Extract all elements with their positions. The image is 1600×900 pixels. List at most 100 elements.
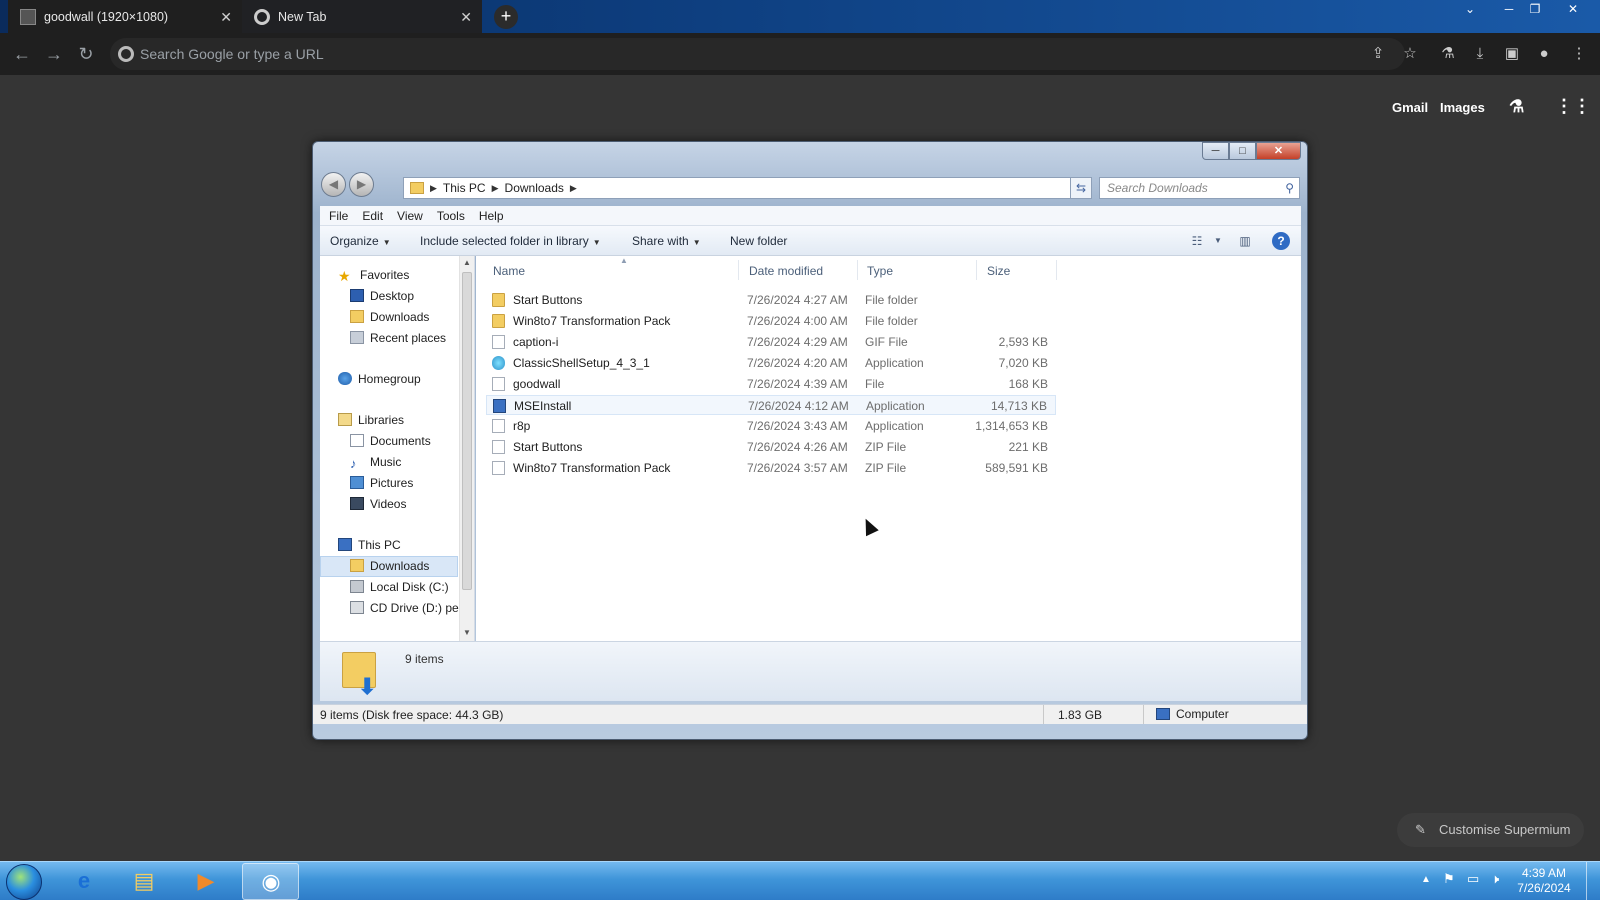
file-row[interactable]: r8p 7/26/2024 3:43 AM Application 1,314,… [486, 416, 1056, 436]
nav-pc-downloads[interactable]: Downloads [350, 559, 429, 573]
bookmark-star-icon[interactable]: ☆ [1397, 41, 1423, 67]
nav-recent-places[interactable]: Recent places [350, 331, 446, 345]
column-size[interactable]: Size [987, 264, 1010, 278]
file-row[interactable]: Start Buttons 7/26/2024 4:26 AM ZIP File… [486, 437, 1056, 457]
labs-flask-icon[interactable]: ⚗ [1435, 41, 1461, 67]
menu-view[interactable]: View [397, 209, 423, 223]
action-center-icon[interactable]: ⚑ [1443, 871, 1455, 887]
refresh-button[interactable]: ⇆ [1070, 177, 1092, 199]
new-folder-button[interactable]: New folder [730, 234, 787, 248]
minimize-button[interactable]: ─ [1202, 142, 1229, 160]
nav-pictures[interactable]: Pictures [350, 476, 413, 490]
omnibox-input[interactable]: Search Google or type a URL [110, 38, 1405, 70]
breadcrumb-downloads[interactable]: Downloads [505, 181, 564, 195]
tab-search-icon[interactable]: ⌄ [1455, 0, 1485, 18]
forward-button[interactable]: ▶ [349, 172, 374, 197]
apps-grid-icon[interactable]: ⋮⋮ [1555, 96, 1591, 117]
file-row[interactable]: Start Buttons 7/26/2024 4:27 AM File fol… [486, 290, 1056, 310]
reload-icon[interactable]: ↻ [73, 41, 99, 67]
forward-arrow-icon[interactable]: → [41, 41, 67, 67]
internet-explorer-button[interactable]: e [56, 863, 113, 900]
file-row[interactable]: Win8to7 Transformation Pack 7/26/2024 4:… [486, 311, 1056, 331]
side-panel-icon[interactable]: ▣ [1499, 41, 1525, 67]
column-divider[interactable] [1056, 260, 1057, 280]
column-type[interactable]: Type [867, 264, 893, 278]
nav-local-disk[interactable]: Local Disk (C:) [350, 580, 449, 594]
profile-avatar-icon[interactable]: ● [1531, 41, 1557, 67]
nav-downloads[interactable]: Downloads [350, 310, 429, 324]
view-options-icon[interactable]: ☷ [1188, 232, 1206, 250]
chevron-down-icon: ▼ [692, 238, 701, 247]
zip-icon [492, 461, 505, 475]
labs-flask-icon[interactable]: ⚗ [1509, 97, 1524, 117]
share-icon[interactable]: ⇪ [1365, 41, 1391, 67]
scroll-down-icon[interactable]: ▼ [463, 628, 471, 637]
chevron-right-icon[interactable]: ▶ [430, 183, 437, 194]
media-player-button[interactable]: ▶ [178, 863, 235, 900]
nav-label: Music [370, 455, 402, 469]
search-input[interactable]: Search Downloads ⚲ [1099, 177, 1300, 199]
nav-scrollbar[interactable]: ▲ ▼ [459, 256, 474, 641]
tab-goodwall[interactable]: goodwall (1920×1080) ✕ [8, 0, 242, 33]
file-row[interactable]: goodwall 7/26/2024 4:39 AM File 168 KB [486, 374, 1056, 394]
menu-tools[interactable]: Tools [437, 209, 465, 223]
file-explorer-button[interactable]: ▤ [116, 863, 173, 900]
restore-icon[interactable]: ❐ [1520, 0, 1550, 18]
breadcrumb-this-pc[interactable]: This PC [443, 181, 486, 195]
preview-pane-icon[interactable]: ▥ [1236, 232, 1254, 250]
close-tab-icon[interactable]: ✕ [460, 9, 472, 26]
chevron-right-icon[interactable]: ▶ [570, 183, 577, 194]
menu-edit[interactable]: Edit [362, 209, 383, 223]
organize-button[interactable]: Organize ▼ [330, 234, 391, 248]
nav-this-pc[interactable]: This PC [338, 538, 401, 552]
back-button[interactable]: ◀ [321, 172, 346, 197]
scrollbar-thumb[interactable] [462, 272, 472, 590]
address-bar[interactable]: ▶ This PC ▶ Downloads ▶ ▼ [403, 177, 1085, 199]
close-window-icon[interactable]: ✕ [1558, 0, 1588, 18]
start-button[interactable] [6, 864, 42, 900]
menu-kebab-icon[interactable]: ⋮ [1566, 41, 1592, 67]
close-tab-icon[interactable]: ✕ [220, 9, 232, 26]
nav-favorites[interactable]: ★ Favorites [338, 268, 409, 284]
file-name: caption-i [513, 335, 559, 349]
menu-help[interactable]: Help [479, 209, 504, 223]
tray-overflow-icon[interactable]: ▲ [1421, 874, 1431, 885]
share-with-button[interactable]: Share with ▼ [632, 234, 701, 248]
nav-videos[interactable]: Videos [350, 497, 406, 511]
customise-button[interactable]: ✎ Customise Supermium [1397, 813, 1584, 847]
nav-cd-drive[interactable]: CD Drive (D:) per [350, 601, 463, 615]
new-tab-button[interactable]: + [494, 5, 518, 29]
nav-desktop[interactable]: Desktop [350, 289, 414, 303]
maximize-button[interactable]: □ [1229, 142, 1256, 160]
tab-new-tab[interactable]: New Tab ✕ [242, 0, 482, 33]
column-divider[interactable] [857, 260, 858, 280]
file-row[interactable]: MSEInstall 7/26/2024 4:12 AM Application… [486, 395, 1056, 415]
help-icon[interactable]: ? [1272, 232, 1290, 250]
back-arrow-icon[interactable]: ← [9, 41, 35, 67]
gmail-link[interactable]: Gmail [1392, 100, 1428, 115]
download-icon[interactable]: ⤓ [1467, 41, 1493, 67]
file-row[interactable]: caption-i 7/26/2024 4:29 AM GIF File 2,5… [486, 332, 1056, 352]
volume-muted-icon[interactable]: 🕨 [1491, 871, 1499, 887]
nav-music[interactable]: ♪ Music [350, 455, 402, 471]
include-library-button[interactable]: Include selected folder in library ▼ [420, 234, 601, 248]
column-date-modified[interactable]: Date modified [749, 264, 823, 278]
nav-homegroup[interactable]: Homegroup [338, 372, 421, 386]
column-divider[interactable] [976, 260, 977, 280]
images-link[interactable]: Images [1440, 100, 1485, 115]
column-name[interactable]: Name [493, 264, 525, 278]
menu-file[interactable]: File [329, 209, 348, 223]
close-button[interactable]: ✕ [1256, 142, 1301, 160]
nav-documents[interactable]: Documents [350, 434, 431, 448]
nav-libraries[interactable]: Libraries [338, 413, 404, 427]
network-icon[interactable]: ▭ [1467, 871, 1479, 887]
system-clock[interactable]: 4:39 AM 7/26/2024 [1514, 866, 1574, 896]
browser-taskbar-button[interactable]: ◉ [242, 863, 299, 900]
scroll-up-icon[interactable]: ▲ [463, 258, 471, 267]
chevron-down-icon[interactable]: ▼ [1209, 232, 1227, 250]
show-desktop-button[interactable] [1586, 862, 1600, 900]
file-row[interactable]: ClassicShellSetup_4_3_1 7/26/2024 4:20 A… [486, 353, 1056, 373]
file-row[interactable]: Win8to7 Transformation Pack 7/26/2024 3:… [486, 458, 1056, 478]
chevron-right-icon[interactable]: ▶ [492, 183, 499, 194]
column-divider[interactable] [738, 260, 739, 280]
